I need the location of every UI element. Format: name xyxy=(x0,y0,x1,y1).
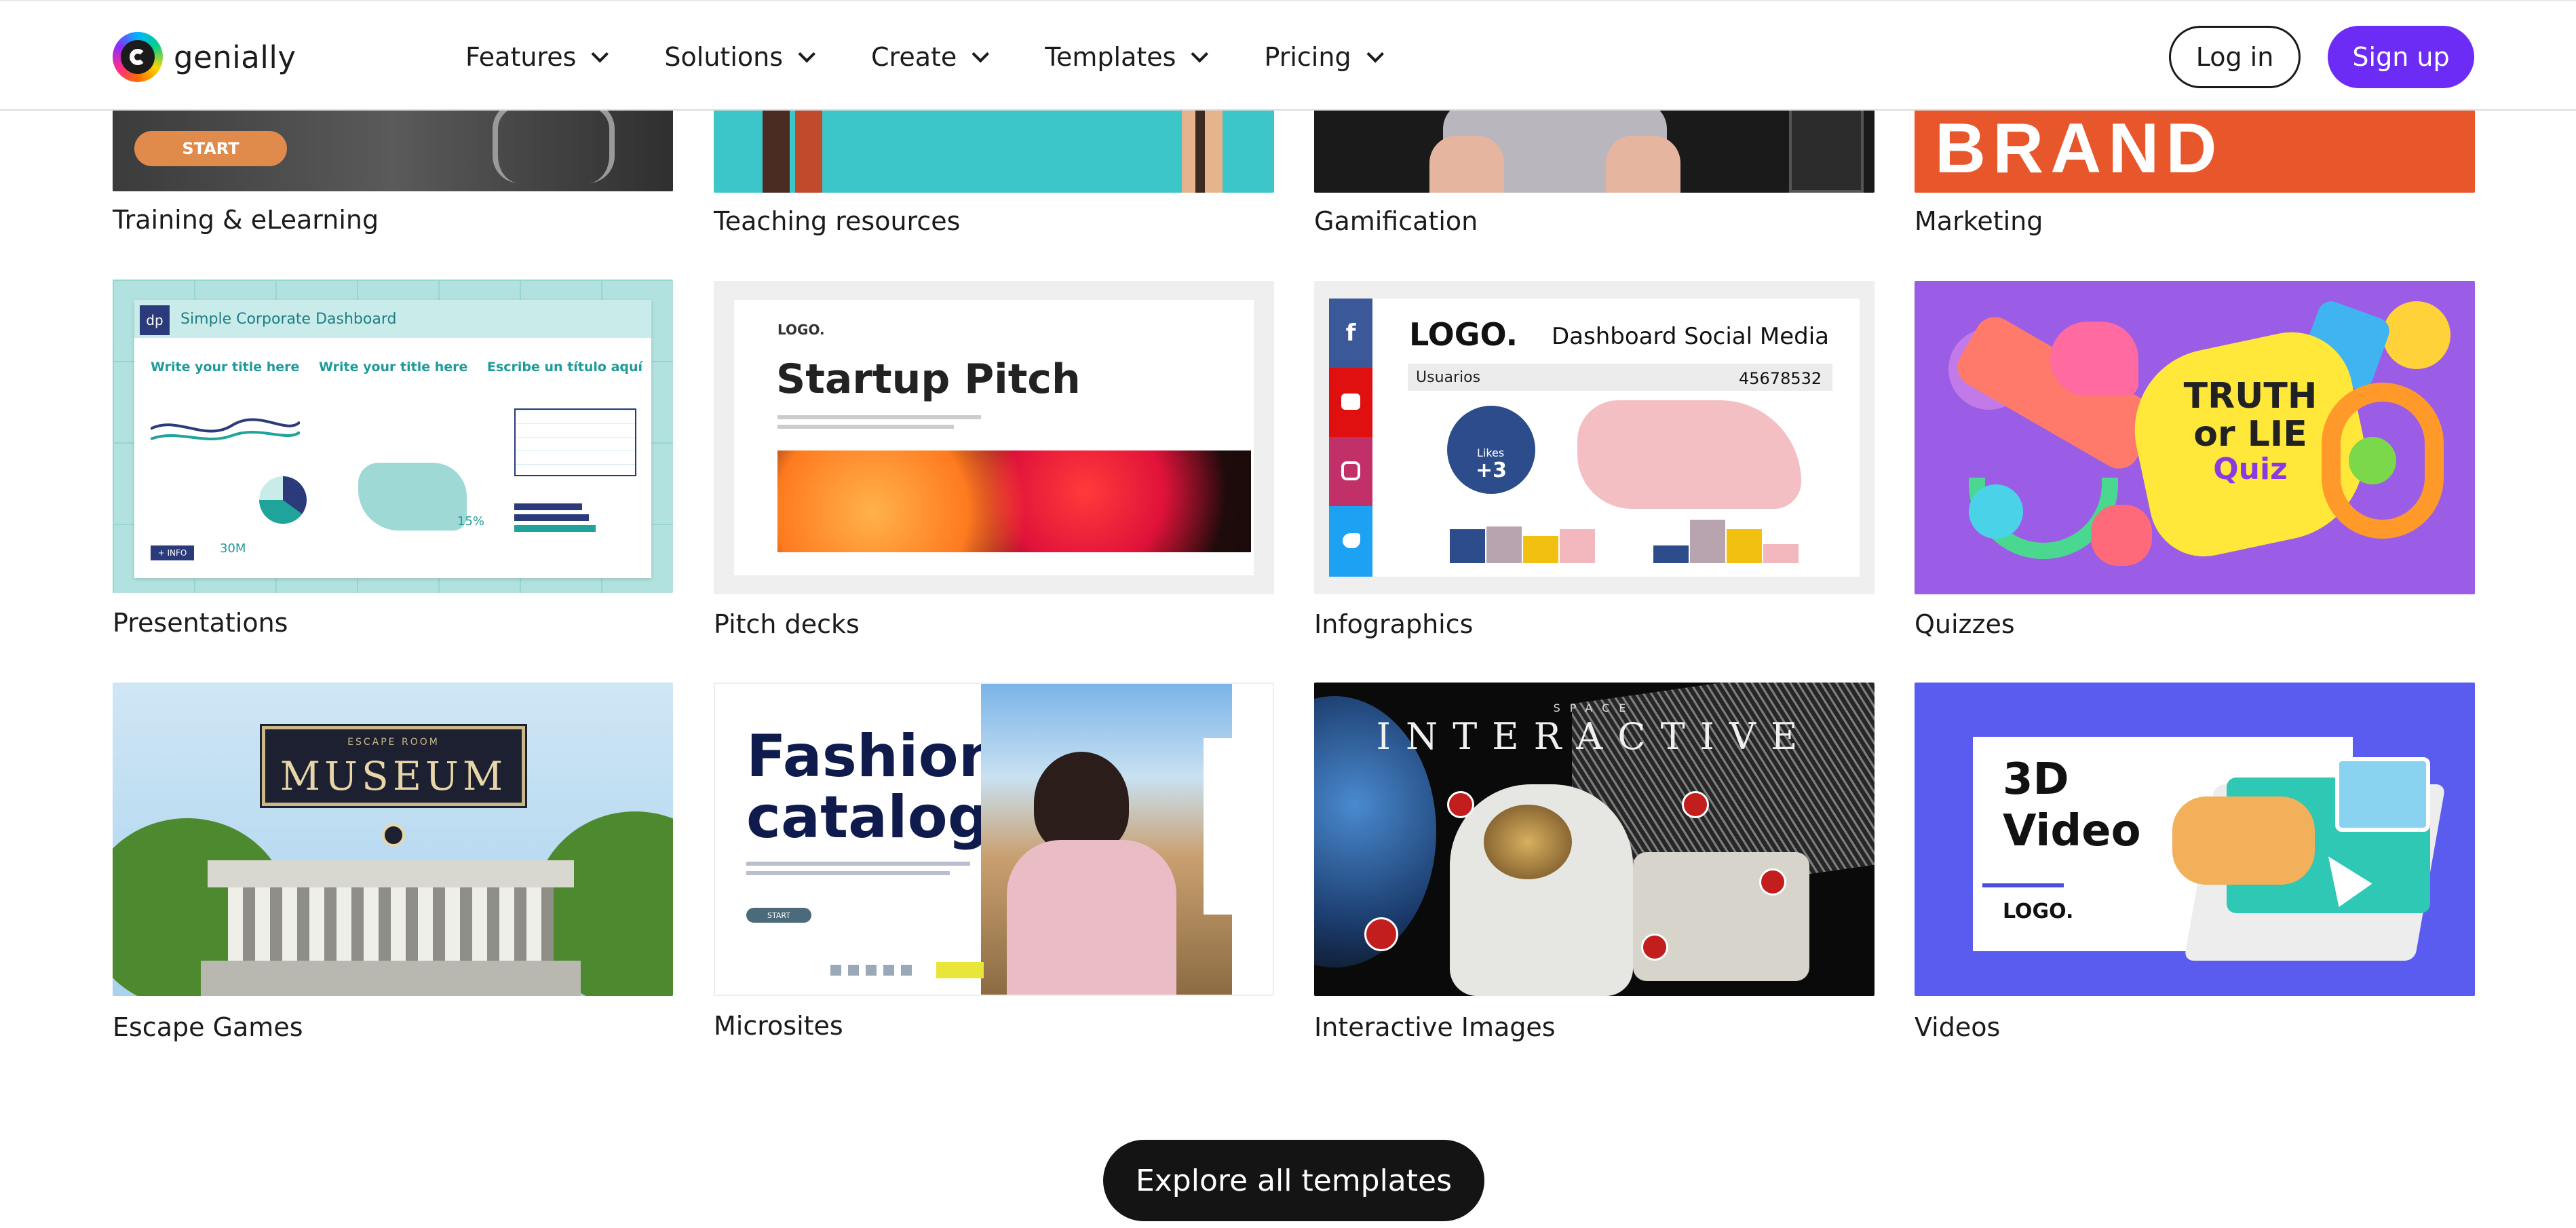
youtube-icon xyxy=(1329,368,1372,437)
interactive-title: INTERACTIVE xyxy=(1376,715,1813,758)
template-thumbnail: 3D Video LOGO. xyxy=(1915,683,2475,996)
template-thumbnail: SPACE INTERACTIVE xyxy=(1314,683,1875,996)
twitter-icon xyxy=(1329,506,1372,577)
genially-logo-icon xyxy=(113,32,163,82)
hotspot-icon[interactable] xyxy=(382,824,405,847)
escape-room-label: ESCAPE ROOM xyxy=(347,737,440,748)
template-thumbnail: ESCAPE ROOM MUSEUM xyxy=(113,683,673,996)
hotspot-icon[interactable] xyxy=(1447,791,1474,818)
template-card-label: Microsites xyxy=(714,1011,843,1041)
template-card-label: Gamification xyxy=(1314,206,1478,236)
stat-value: 15% xyxy=(457,514,485,529)
space-label: SPACE xyxy=(1553,702,1636,714)
chevron-down-icon xyxy=(798,45,815,63)
nav-pricing[interactable]: Pricing xyxy=(1264,42,1384,72)
column-title: Write your title here xyxy=(151,360,300,375)
template-thumbnail: LOGO. Startup Pitch xyxy=(714,281,1274,594)
template-card-label: Interactive Images xyxy=(1314,1012,1556,1042)
stat-value: 30M xyxy=(220,541,246,556)
site-header: genially Features Solutions Create Templ… xyxy=(0,0,2576,111)
brand-text: BRAND xyxy=(1935,109,2224,188)
main-nav: Features Solutions Create Templates Pric… xyxy=(465,35,1384,79)
template-card-label: Pitch decks xyxy=(714,609,860,639)
nav-label: Pricing xyxy=(1264,42,1351,72)
likes-label: Likes xyxy=(1477,446,1505,459)
dashboard-title: Simple Corporate Dashboard xyxy=(180,311,397,328)
quiz-title-line1: TRUTH xyxy=(2183,376,2318,417)
logo-placeholder: LOGO. xyxy=(2003,900,2074,923)
quiz-title-line3: Quiz xyxy=(2213,452,2288,486)
likes-value: +3 xyxy=(1476,459,1507,482)
nav-label: Create xyxy=(871,42,957,72)
nav-create[interactable]: Create xyxy=(871,42,990,72)
instagram-icon xyxy=(1329,437,1372,506)
fashion-title-line1: Fashion xyxy=(746,723,1000,790)
infographic-title: Dashboard Social Media xyxy=(1552,323,1829,350)
start-button: START xyxy=(746,908,811,923)
template-card-label: Marketing xyxy=(1915,206,2043,236)
template-card-label: Quizzes xyxy=(1915,609,2015,639)
info-badge: + INFO xyxy=(151,545,194,560)
nav-solutions[interactable]: Solutions xyxy=(664,42,815,72)
quiz-title-line2: or LIE xyxy=(2193,414,2307,455)
nav-label: Features xyxy=(465,42,577,72)
video-title-line1: 3D xyxy=(2003,754,2069,805)
nav-features[interactable]: Features xyxy=(465,42,609,72)
hotspot-icon[interactable] xyxy=(1682,791,1709,818)
nav-label: Solutions xyxy=(664,42,784,72)
signup-button[interactable]: Sign up xyxy=(2328,26,2474,88)
column-title: Escribe un título aquí xyxy=(487,360,643,375)
facebook-icon: f xyxy=(1329,299,1372,368)
template-card-label: Videos xyxy=(1915,1012,2001,1042)
explore-all-templates-button[interactable]: Explore all templates xyxy=(1103,1140,1484,1221)
template-card-label: Escape Games xyxy=(113,1012,303,1042)
video-title-line2: Video xyxy=(2003,806,2141,856)
genially-logo[interactable]: genially xyxy=(113,31,296,83)
hotspot-icon[interactable] xyxy=(1759,868,1786,896)
start-badge: START xyxy=(134,131,287,166)
chevron-down-icon xyxy=(1366,45,1384,63)
logo-placeholder: LOGO. xyxy=(1409,316,1518,353)
chevron-down-icon xyxy=(972,45,990,63)
hotspot-icon[interactable] xyxy=(1641,934,1668,961)
logo-text: genially xyxy=(174,39,296,75)
column-title: Write your title here xyxy=(319,360,468,375)
template-card-label: Infographics xyxy=(1314,609,1474,639)
users-label: Usuarios xyxy=(1416,369,1481,386)
nav-label: Templates xyxy=(1045,42,1176,72)
login-button[interactable]: Log in xyxy=(2169,26,2301,88)
fashion-title-line2: catalog xyxy=(746,784,990,851)
template-card-label: Training & eLearning xyxy=(113,205,379,235)
pitch-title: Startup Pitch xyxy=(776,356,1081,403)
museum-title: MUSEUM xyxy=(280,753,507,799)
template-thumbnail: Fashion catalog START xyxy=(714,683,1274,996)
nav-templates[interactable]: Templates xyxy=(1045,42,1209,72)
users-value: 45678532 xyxy=(1739,369,1822,388)
play-icon[interactable] xyxy=(1364,917,1398,951)
template-card-label: Presentations xyxy=(113,608,288,638)
template-thumbnail: f LOGO. Dashboard Social Media Usuarios … xyxy=(1314,281,1875,594)
template-thumbnail: TRUTH or LIE Quiz xyxy=(1915,281,2475,594)
chevron-down-icon xyxy=(1191,45,1209,63)
logo-placeholder: LOGO. xyxy=(777,322,825,338)
template-thumbnail: dp Simple Corporate Dashboard Write your… xyxy=(113,280,673,593)
chevron-down-icon xyxy=(591,45,609,63)
template-card-label: Teaching resources xyxy=(714,206,961,236)
